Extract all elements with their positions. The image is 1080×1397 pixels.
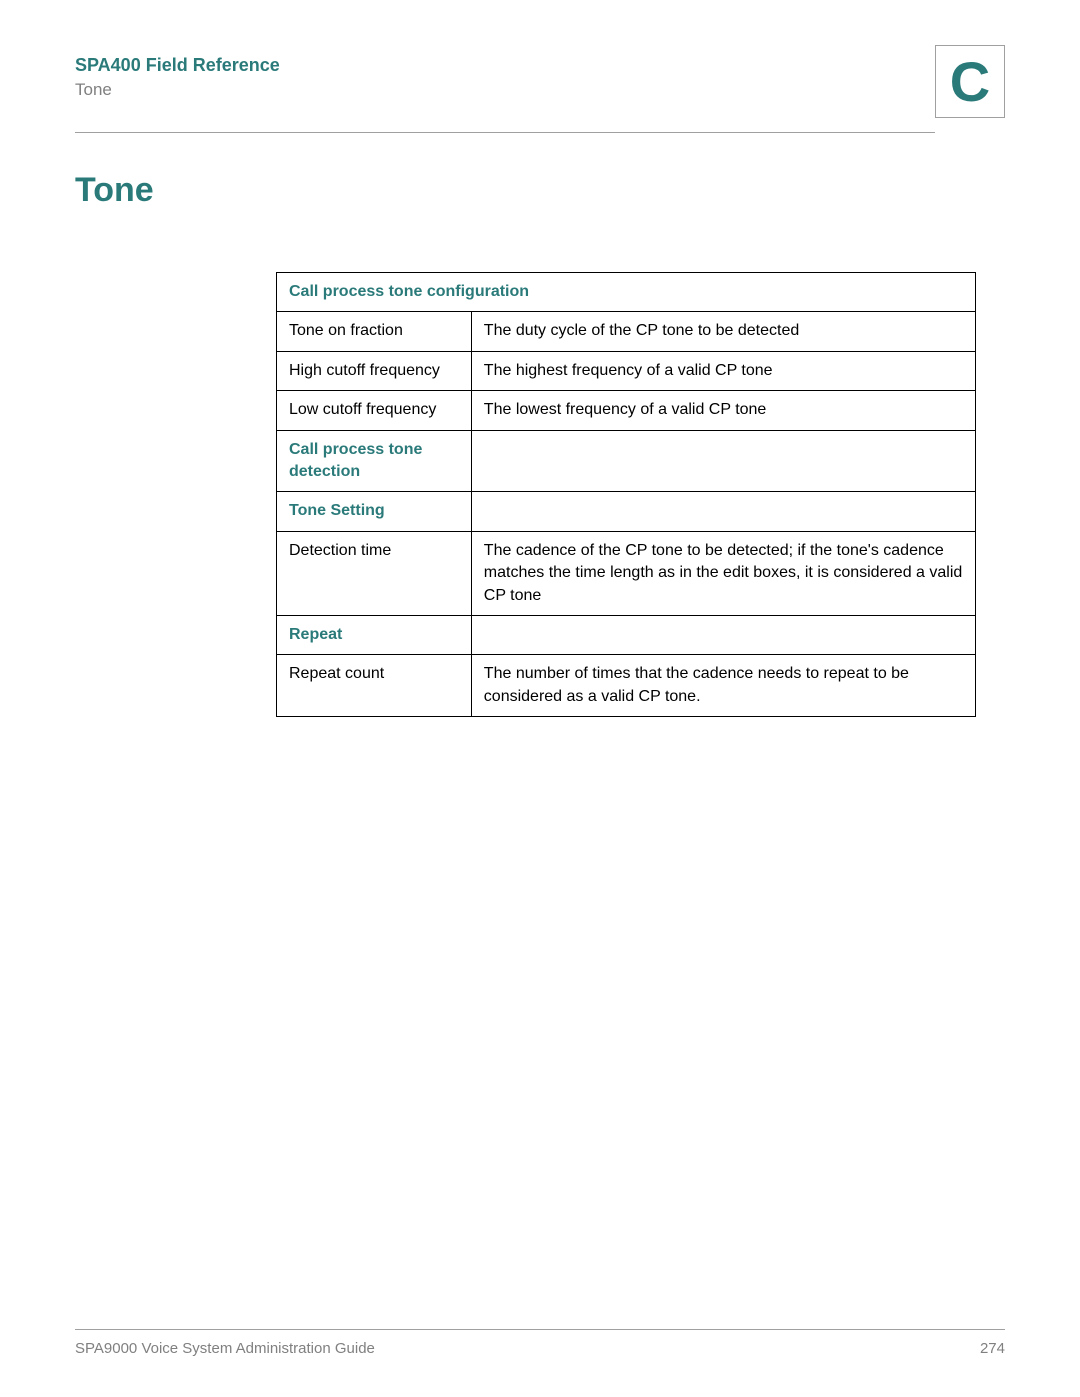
chapter-title: SPA400 Field Reference — [75, 55, 1005, 76]
table-row: Tone on fraction The duty cycle of the C… — [277, 312, 976, 351]
section-heading: Tone — [75, 171, 1005, 210]
table-row: Call process tone detection — [277, 430, 976, 492]
table-row: Repeat — [277, 615, 976, 654]
appendix-letter: C — [950, 54, 990, 110]
table-row: Detection time The cadence of the CP ton… — [277, 531, 976, 615]
field-name: High cutoff frequency — [277, 351, 472, 390]
tone-config-table: Call process tone configuration Tone on … — [276, 272, 976, 717]
page-header: SPA400 Field Reference Tone C — [75, 55, 1005, 133]
page-footer: SPA9000 Voice System Administration Guid… — [75, 1329, 1005, 1357]
field-description — [471, 492, 975, 531]
table-row: Repeat count The number of times that th… — [277, 655, 976, 717]
table-row: Call process tone configuration — [277, 273, 976, 312]
field-description: The number of times that the cadence nee… — [471, 655, 975, 717]
field-name: Repeat count — [277, 655, 472, 717]
guide-title: SPA9000 Voice System Administration Guid… — [75, 1340, 375, 1357]
page-number: 274 — [980, 1340, 1005, 1357]
table-section-header: Repeat — [277, 615, 472, 654]
appendix-badge: C — [935, 45, 1005, 118]
field-name: Detection time — [277, 531, 472, 615]
field-description: The cadence of the CP tone to be detecte… — [471, 531, 975, 615]
table-section-header: Call process tone detection — [277, 430, 472, 492]
table-section-header: Call process tone configuration — [277, 273, 976, 312]
table-row: Low cutoff frequency The lowest frequenc… — [277, 391, 976, 430]
field-name: Low cutoff frequency — [277, 391, 472, 430]
field-description: The lowest frequency of a valid CP tone — [471, 391, 975, 430]
table-row: Tone Setting — [277, 492, 976, 531]
section-breadcrumb: Tone — [75, 80, 1005, 100]
field-name: Tone on fraction — [277, 312, 472, 351]
field-description — [471, 430, 975, 492]
table-section-header: Tone Setting — [277, 492, 472, 531]
field-description: The duty cycle of the CP tone to be dete… — [471, 312, 975, 351]
table-row: High cutoff frequency The highest freque… — [277, 351, 976, 390]
footer-divider — [75, 1329, 1005, 1330]
field-description — [471, 615, 975, 654]
header-divider — [75, 132, 935, 133]
field-description: The highest frequency of a valid CP tone — [471, 351, 975, 390]
